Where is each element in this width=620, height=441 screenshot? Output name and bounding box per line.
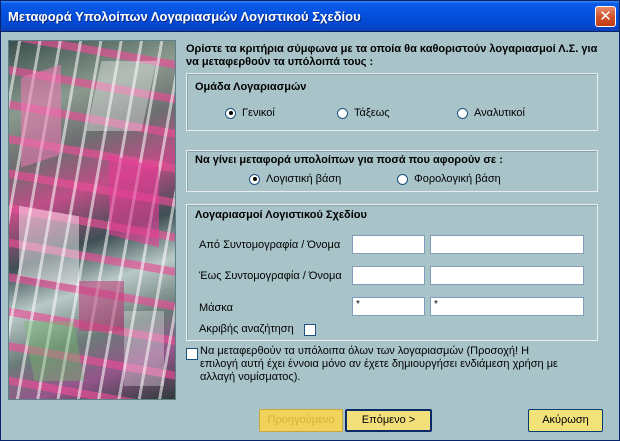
all-accounts-checkbox[interactable] — [186, 348, 198, 360]
mask-code-input[interactable]: * — [352, 297, 425, 316]
from-label: Από Συντομογραφία / Όνομα — [199, 239, 341, 251]
from-code-input[interactable] — [352, 235, 425, 254]
exact-search-checkbox[interactable] — [304, 324, 316, 336]
radio-tax-basis-label: Φορολογική βάση — [414, 173, 501, 185]
radio-accounting-basis[interactable]: Λογιστική βάση — [249, 173, 341, 185]
accounts-title: Λογαριασμοί Λογιστικού Σχεδίου — [195, 209, 367, 221]
radio-tax-basis[interactable]: Φορολογική βάση — [397, 173, 501, 185]
radio-order[interactable]: Τάξεως — [337, 107, 390, 119]
account-group-box: Ομάδα Λογαριασμών Γενικοί Τάξεως Αναλυτι… — [186, 73, 598, 131]
accounts-box: Λογαριασμοί Λογιστικού Σχεδίου Από Συντο… — [186, 204, 598, 341]
radio-general[interactable]: Γενικοί — [225, 107, 275, 119]
previous-button[interactable]: Προηγούμενο — [259, 409, 343, 432]
radio-analytical-label: Αναλυτικοί — [474, 107, 525, 119]
title-bar[interactable]: Μεταφορά Υπολοίπων Λογαριασμών Λογιστικο… — [1, 1, 619, 32]
radio-general-label: Γενικοί — [242, 107, 275, 119]
exact-search-label: Ακριβής αναζήτηση — [199, 323, 294, 335]
radio-order-circle[interactable] — [337, 107, 348, 119]
dialog-window: Μεταφορά Υπολοίπων Λογαριασμών Λογιστικο… — [0, 0, 620, 441]
close-button[interactable]: ✕ — [595, 6, 616, 27]
radio-analytical-circle[interactable] — [457, 107, 468, 119]
mask-label: Μάσκα — [199, 302, 234, 314]
radio-accounting-basis-circle[interactable] — [249, 173, 260, 185]
mask-name-input[interactable]: * — [430, 297, 584, 316]
transfer-basis-box: Να γίνει μεταφορά υπολοίπων για ποσά που… — [186, 150, 598, 192]
radio-accounting-basis-label: Λογιστική βάση — [266, 173, 342, 185]
radio-general-circle[interactable] — [225, 107, 236, 119]
radio-tax-basis-circle[interactable] — [397, 173, 408, 185]
cancel-button[interactable]: Ακύρωση — [528, 409, 603, 432]
window-title: Μεταφορά Υπολοίπων Λογαριασμών Λογιστικο… — [8, 9, 361, 24]
all-accounts-label: Να μεταφερθούν τα υπόλοιπα όλων των λογα… — [200, 345, 558, 383]
radio-analytical[interactable]: Αναλυτικοί — [457, 107, 525, 119]
intro-text: Ορίστε τα κριτήρια σύμφωνα με τα οποία θ… — [186, 43, 598, 68]
dialog-body: Ορίστε τα κριτήρια σύμφωνα με τα οποία θ… — [1, 32, 619, 440]
transfer-basis-title: Να γίνει μεταφορά υπολοίπων για ποσά που… — [195, 154, 503, 166]
account-group-title: Ομάδα Λογαριασμών — [195, 81, 307, 93]
to-label: Έως Συντομογραφία / Όνομα — [199, 270, 342, 282]
radio-order-label: Τάξεως — [354, 107, 390, 119]
next-button[interactable]: Επόμενο > — [345, 409, 432, 432]
to-code-input[interactable] — [352, 266, 425, 285]
to-name-input[interactable] — [430, 266, 584, 285]
from-name-input[interactable] — [430, 235, 584, 254]
decorative-side-image — [8, 40, 176, 400]
